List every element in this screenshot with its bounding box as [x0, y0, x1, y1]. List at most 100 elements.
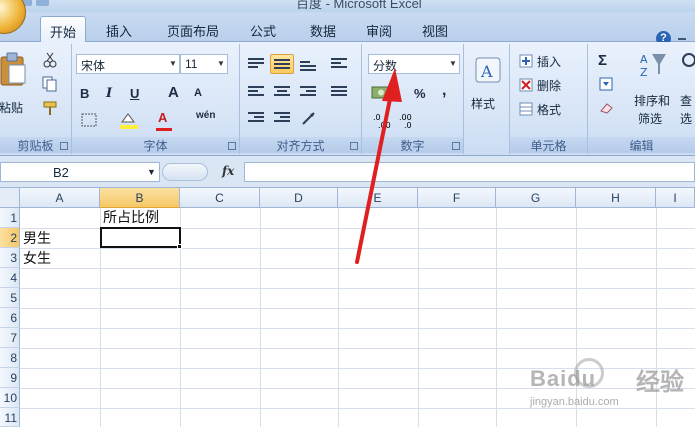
- tab-home[interactable]: 开始: [40, 16, 86, 43]
- increase-indent-button[interactable]: [270, 108, 294, 128]
- name-box[interactable]: B2 ▼: [0, 162, 160, 182]
- gridline: [338, 208, 339, 427]
- column-header-g[interactable]: G: [496, 188, 576, 208]
- row-header-8[interactable]: 8: [0, 348, 20, 368]
- row-header-4[interactable]: 4: [0, 268, 20, 288]
- tab-formulas[interactable]: 公式: [240, 16, 286, 42]
- align-middle-button[interactable]: [270, 54, 294, 74]
- number-format-combo[interactable]: 分数 ▼: [368, 54, 460, 74]
- phonetic-guide-button[interactable]: wén: [196, 110, 215, 121]
- grow-font-button[interactable]: A: [168, 84, 179, 101]
- active-cell-b2[interactable]: [100, 227, 181, 248]
- font-color-button[interactable]: A: [158, 110, 167, 125]
- font-size-combo[interactable]: 11 ▼: [180, 54, 228, 74]
- svg-text:A: A: [640, 53, 648, 66]
- chevron-down-icon[interactable]: ▼: [147, 167, 156, 177]
- increase-decimal-icon[interactable]: .0.00: [370, 110, 396, 130]
- column-header-a[interactable]: A: [20, 188, 100, 208]
- format-painter-icon[interactable]: [42, 100, 60, 116]
- svg-text:.0: .0: [404, 121, 412, 130]
- alignment-launcher-icon[interactable]: [350, 142, 358, 150]
- styles-button[interactable]: A 样式: [470, 52, 504, 122]
- row-header-1[interactable]: 1: [0, 208, 20, 228]
- format-cells-button[interactable]: 格式: [518, 98, 584, 118]
- tab-page-layout[interactable]: 页面布局: [156, 16, 230, 42]
- font-launcher-icon[interactable]: [228, 142, 236, 150]
- number-launcher-icon[interactable]: [452, 142, 460, 150]
- office-button[interactable]: [0, 0, 26, 34]
- editing-group-label: 编辑: [588, 137, 695, 153]
- gridline: [496, 208, 497, 427]
- align-top-button[interactable]: [244, 54, 268, 74]
- autosum-button[interactable]: Σ: [598, 52, 607, 69]
- column-header-b[interactable]: B: [100, 188, 180, 208]
- name-box-value: B2: [53, 165, 69, 180]
- cell-a2[interactable]: 男生: [21, 228, 51, 248]
- formula-bar-splitter[interactable]: [162, 163, 208, 181]
- copy-icon[interactable]: [42, 76, 58, 92]
- orientation-icon[interactable]: [300, 110, 326, 128]
- find-select-label-1[interactable]: 查: [680, 92, 692, 109]
- find-select-label-2[interactable]: 选: [680, 110, 692, 127]
- cell-b1[interactable]: 所占比例: [101, 207, 159, 227]
- gridline: [418, 208, 419, 427]
- find-select-icon[interactable]: [680, 50, 695, 80]
- column-header-h[interactable]: H: [576, 188, 656, 208]
- select-all-corner[interactable]: [0, 188, 20, 208]
- column-header-f[interactable]: F: [418, 188, 496, 208]
- shrink-font-button[interactable]: A: [194, 87, 202, 99]
- decrease-indent-button[interactable]: [244, 108, 268, 128]
- redo-icon[interactable]: [36, 0, 49, 6]
- tab-review[interactable]: 审阅: [356, 16, 402, 42]
- ribbon-minimize-icon[interactable]: [678, 38, 686, 40]
- clear-icon[interactable]: [598, 100, 616, 116]
- column-header-i[interactable]: I: [656, 188, 695, 208]
- tab-insert[interactable]: 插入: [96, 16, 142, 42]
- row-header-7[interactable]: 7: [0, 328, 20, 348]
- cell-a3[interactable]: 女生: [21, 248, 51, 268]
- insert-cells-button[interactable]: 插入: [518, 50, 584, 70]
- fill-handle[interactable]: [177, 244, 182, 249]
- align-left-button[interactable]: [244, 82, 268, 102]
- delete-cells-button[interactable]: 删除: [518, 74, 584, 94]
- wrap-text-button[interactable]: [326, 54, 352, 74]
- column-header-e[interactable]: E: [338, 188, 418, 208]
- merge-center-button[interactable]: [326, 82, 352, 102]
- fill-color-icon[interactable]: [118, 110, 142, 130]
- row-header-2[interactable]: 2: [0, 228, 20, 248]
- group-font: 宋体 ▼ 11 ▼ B I U A A A wén 字体: [72, 44, 240, 154]
- align-bottom-button[interactable]: [296, 54, 320, 74]
- sort-filter-label-1[interactable]: 排序和: [634, 92, 670, 109]
- align-right-button[interactable]: [296, 82, 320, 102]
- row-header-11[interactable]: 11: [0, 408, 20, 427]
- tab-data[interactable]: 数据: [300, 16, 346, 42]
- decrease-decimal-icon[interactable]: .00.0: [396, 110, 422, 130]
- fill-icon[interactable]: [598, 76, 616, 92]
- currency-icon[interactable]: [370, 84, 400, 102]
- sort-filter-icon[interactable]: AZ: [638, 50, 668, 80]
- paste-button[interactable]: 粘贴: [0, 50, 32, 116]
- underline-button[interactable]: U: [130, 86, 139, 101]
- cut-icon[interactable]: [42, 52, 58, 68]
- sort-filter-label-2[interactable]: 筛选: [638, 110, 662, 127]
- clipboard-launcher-icon[interactable]: [60, 142, 68, 150]
- bold-button[interactable]: B: [80, 86, 89, 101]
- column-header-d[interactable]: D: [260, 188, 338, 208]
- row-header-10[interactable]: 10: [0, 388, 20, 408]
- font-name-combo[interactable]: 宋体 ▼: [76, 54, 180, 74]
- row-header-6[interactable]: 6: [0, 308, 20, 328]
- percent-button[interactable]: %: [414, 86, 426, 101]
- tab-view[interactable]: 视图: [412, 16, 458, 42]
- row-header-9[interactable]: 9: [0, 368, 20, 388]
- align-center-button[interactable]: [270, 82, 294, 102]
- column-header-c[interactable]: C: [180, 188, 260, 208]
- watermark-brand: Baidu: [530, 366, 597, 391]
- chevron-down-icon: ▼: [449, 59, 457, 68]
- insert-function-icon[interactable]: fx: [222, 164, 234, 178]
- italic-button[interactable]: I: [106, 86, 112, 101]
- formula-input[interactable]: [244, 162, 695, 182]
- border-icon[interactable]: [80, 112, 104, 128]
- row-header-5[interactable]: 5: [0, 288, 20, 308]
- comma-style-button[interactable]: ,: [442, 82, 446, 100]
- row-header-3[interactable]: 3: [0, 248, 20, 268]
